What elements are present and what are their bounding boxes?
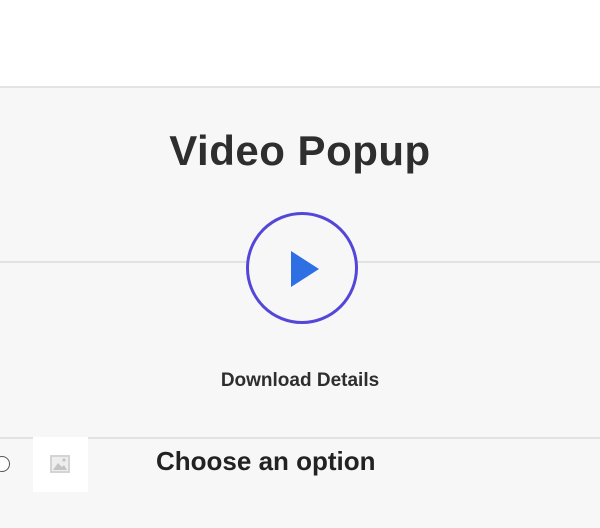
play-icon [291, 251, 319, 287]
play-video-button[interactable] [246, 212, 358, 324]
page-title: Video Popup [169, 127, 431, 174]
image-placeholder-icon [50, 455, 70, 473]
option-heading: Choose an option [156, 446, 376, 476]
page: Video Popup Download Details Choose an o… [0, 0, 600, 528]
top-bar [0, 0, 600, 88]
divider [0, 437, 600, 439]
download-details-link[interactable]: Download Details [0, 368, 600, 394]
option-thumbnail [33, 437, 88, 492]
